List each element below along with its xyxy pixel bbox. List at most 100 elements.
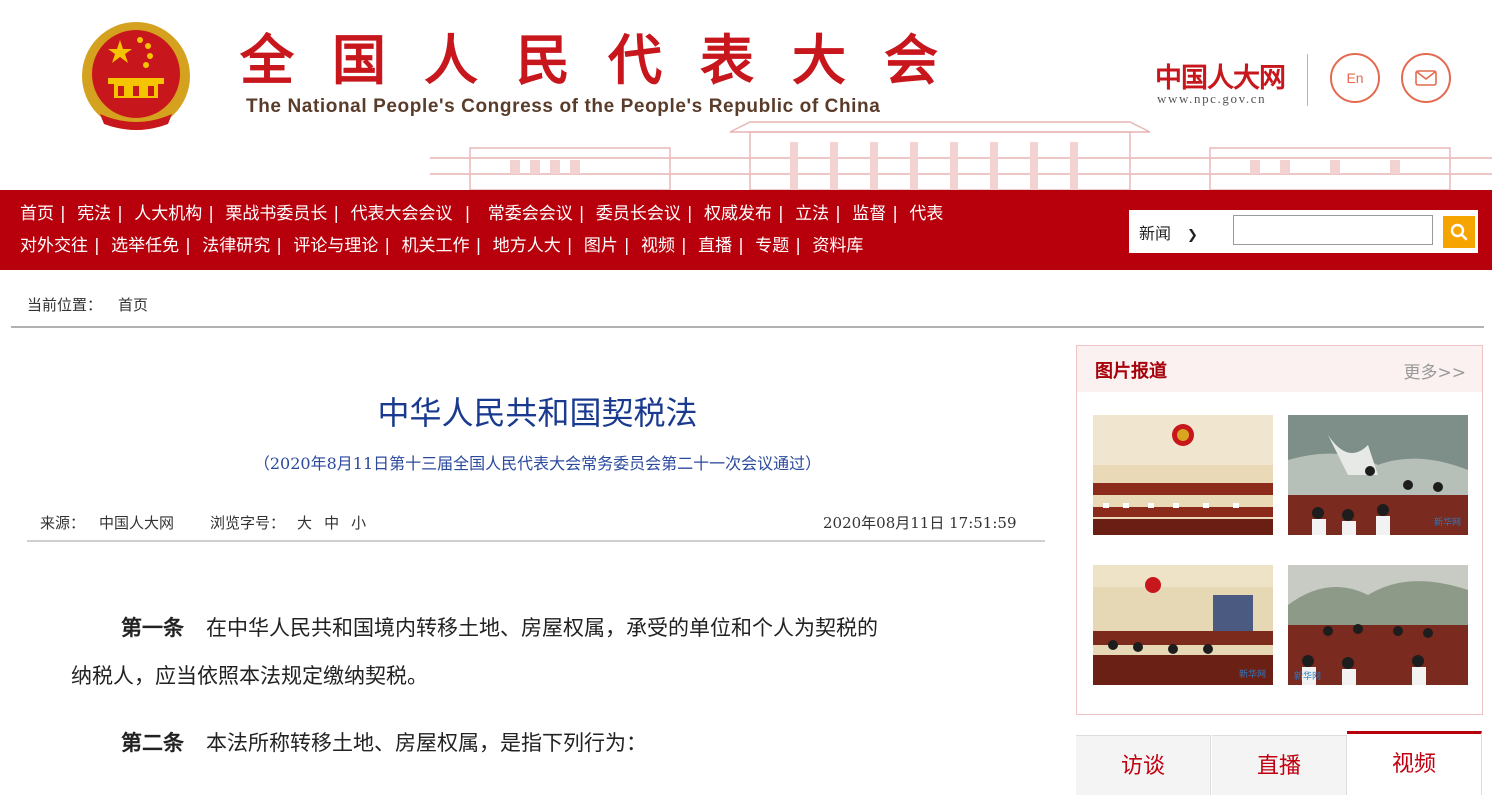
article-clause-heading: 第二条: [121, 730, 184, 755]
font-size-label: 浏览字号：: [210, 514, 286, 532]
article-clause-text: 本法所称转移土地、房屋权属，是指下列行为：: [206, 731, 647, 755]
nav-item-deputies[interactable]: 代表: [909, 204, 943, 224]
source-label: 来源：: [40, 514, 86, 532]
header-divider: [1307, 54, 1308, 106]
nav-item-local-congress[interactable]: 地方人大: [493, 236, 561, 256]
nav-item-live[interactable]: 直播: [698, 236, 732, 256]
svg-text:新华网: 新华网: [1294, 670, 1321, 682]
article-subtitle: （2020年8月11日第十三届全国人民代表大会常务委员会第二十一次会议通过）: [253, 454, 822, 473]
tab-live[interactable]: 直播: [1212, 735, 1347, 795]
svg-text:新华网: 新华网: [1239, 668, 1266, 680]
nav-separator: |: [680, 236, 687, 256]
article-paragraph-continuation: 纳税人，应当依照本法规定缴纳契税。: [71, 664, 428, 688]
english-version-button[interactable]: En: [1330, 53, 1380, 103]
mail-button[interactable]: [1401, 53, 1451, 103]
site-header: 全国人民代表大会 The National People's Congress …: [0, 0, 1492, 190]
site-title-cn: 全国人民代表大会: [240, 28, 976, 92]
nav-separator: |: [623, 236, 630, 256]
nav-separator: |: [208, 204, 215, 224]
article-title: 中华人民共和国契税法: [377, 394, 698, 432]
nav-item-commentary[interactable]: 评论与理论: [293, 236, 378, 256]
font-size-medium-button[interactable]: 中: [324, 514, 339, 532]
nav-separator: |: [795, 236, 801, 256]
svg-text:新华网: 新华网: [1434, 516, 1461, 528]
photo-thumbnail[interactable]: 新华网: [1288, 565, 1468, 685]
nav-item-foreign-affairs[interactable]: 对外交往: [20, 236, 88, 256]
nav-separator: |: [566, 236, 573, 256]
nav-item-legislation[interactable]: 立法: [795, 204, 829, 224]
nav-item-home[interactable]: 首页: [20, 204, 54, 224]
search-category-value: 新闻: [1139, 224, 1172, 243]
nav-row-1: 首页 | 宪法 | 人大机构 | 栗战书委员长 | 代表大会会议 | 常委会会议 | 委员长…: [20, 202, 943, 226]
nav-separator: |: [185, 236, 191, 256]
breadcrumb-divider: [11, 326, 1484, 328]
nav-separator: |: [276, 236, 283, 256]
nav-separator: |: [686, 204, 693, 224]
photo-thumbnail[interactable]: 新华网: [1288, 415, 1468, 535]
nav-separator: |: [578, 204, 585, 224]
site-title-en: The National People's Congress of the Pe…: [246, 96, 881, 117]
search-icon: [1450, 223, 1468, 241]
source-value: 中国人大网: [99, 514, 175, 532]
nav-item-chairmen-council[interactable]: 委员长会议: [596, 204, 681, 224]
npc-site-logo[interactable]: 中国人大网: [1155, 56, 1286, 95]
main-nav: 首页 | 宪法 | 人大机构 | 栗战书委员长 | 代表大会会议 | 常委会会议 | 委员长…: [0, 190, 1492, 270]
nav-separator: |: [475, 236, 482, 256]
article-paragraph: 第一条 在中华人民共和国境内转移土地、房屋权属，承受的单位和个人为契税的: [121, 613, 878, 643]
nav-row-2: 对外交往 | 选举任免 | 法律研究 | 评论与理论 | 机关工作 | 地方人大 | 图片 |…: [20, 234, 863, 258]
font-size-small-button[interactable]: 小: [351, 514, 366, 532]
tab-interviews[interactable]: 访谈: [1076, 735, 1211, 795]
nav-item-archive[interactable]: 资料库: [812, 236, 863, 256]
photo-thumbnail[interactable]: [1093, 415, 1273, 535]
breadcrumb: 当前位置： 首页: [27, 294, 148, 315]
article-clause-heading: 第一条: [121, 615, 184, 640]
mail-icon: [1415, 70, 1437, 86]
photo-reports-panel: 图片报道 更多>> 新华网 新华网 新华网: [1076, 345, 1483, 715]
nav-separator: |: [60, 204, 66, 224]
nav-item-standing-committee[interactable]: 常委会会议: [488, 204, 573, 224]
great-hall-illustration: [430, 121, 1492, 190]
nav-item-releases[interactable]: 权威发布: [704, 204, 772, 224]
nav-item-office-work[interactable]: 机关工作: [402, 236, 470, 256]
photo-thumbnail[interactable]: 新华网: [1093, 565, 1273, 685]
media-tabs: 访谈 直播 视频: [1076, 731, 1483, 795]
photo-reports-more-link[interactable]: 更多>>: [1404, 358, 1467, 383]
nav-separator: |: [333, 204, 340, 224]
nav-separator: |: [777, 204, 784, 224]
search-category-select[interactable]: 新闻 ❯: [1139, 220, 1198, 244]
tab-video[interactable]: 视频: [1347, 731, 1482, 795]
article-meta: 来源： 中国人大网 浏览字号： 大中小: [40, 512, 366, 533]
breadcrumb-home-link[interactable]: 首页: [118, 296, 148, 314]
article-datetime: 2020年08月11日 17:51:59: [823, 514, 1017, 532]
national-emblem-logo: [82, 22, 190, 130]
nav-item-chairman[interactable]: 栗战书委员长: [225, 204, 327, 224]
nav-separator: |: [94, 236, 100, 256]
nav-item-elections[interactable]: 选举任免: [111, 236, 179, 256]
nav-item-constitution[interactable]: 宪法: [77, 204, 111, 224]
nav-item-topics[interactable]: 专题: [755, 236, 789, 256]
search-input[interactable]: [1233, 215, 1433, 245]
photo-reports-title: 图片报道: [1095, 361, 1167, 382]
nav-separator: |: [464, 204, 471, 224]
nav-separator: |: [384, 236, 391, 256]
nav-item-law-research[interactable]: 法律研究: [202, 236, 270, 256]
nav-separator: |: [892, 204, 898, 224]
font-size-large-button[interactable]: 大: [297, 514, 312, 532]
nav-item-congress-sessions[interactable]: 代表大会会议: [351, 204, 453, 224]
nav-separator: |: [117, 204, 123, 224]
article-clause-text: 在中华人民共和国境内转移土地、房屋权属，承受的单位和个人为契税的: [206, 616, 878, 640]
npc-site-url: www.npc.gov.cn: [1157, 91, 1267, 106]
chevron-down-icon: ❯: [1187, 228, 1198, 243]
search-button[interactable]: [1443, 216, 1475, 248]
photo-reports-header: 图片报道 更多>>: [1077, 346, 1482, 392]
nav-separator: |: [835, 204, 841, 224]
nav-item-video[interactable]: 视频: [641, 236, 675, 256]
nav-item-pictures[interactable]: 图片: [584, 236, 618, 256]
nav-item-institutions[interactable]: 人大机构: [134, 204, 202, 224]
nav-item-supervision[interactable]: 监督: [852, 204, 886, 224]
nav-separator: |: [738, 236, 744, 256]
article-meta-divider: [27, 540, 1045, 542]
article-paragraph: 第二条 本法所称转移土地、房屋权属，是指下列行为：: [121, 728, 647, 758]
breadcrumb-label: 当前位置：: [27, 296, 103, 314]
search-box: 新闻 ❯: [1129, 210, 1478, 253]
